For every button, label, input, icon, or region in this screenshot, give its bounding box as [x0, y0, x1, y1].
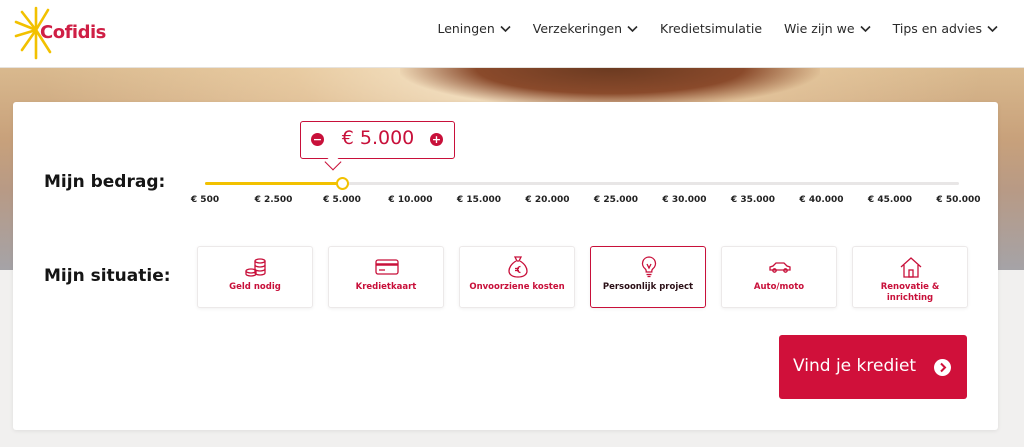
lightbulb-icon [641, 256, 657, 278]
situation-onvoorziene-kosten[interactable]: Onvoorziene kosten [459, 246, 575, 308]
nav-item-leningen[interactable]: Leningen [437, 21, 511, 36]
chevron-down-icon [627, 25, 638, 32]
bubble-pointer [324, 153, 342, 171]
car-icon [769, 262, 791, 273]
amount-slider-fill [205, 182, 342, 185]
situation-label-text: Onvoorziene kosten [469, 282, 565, 292]
chevron-down-icon [987, 25, 998, 32]
house-icon [900, 257, 922, 278]
decrease-amount-button[interactable]: − [311, 133, 324, 146]
slider-tick-label: € 20.000 [525, 195, 570, 205]
situation-geld-nodig[interactable]: Geld nodig [197, 246, 313, 308]
cofidis-logo[interactable]: Cofidis [14, 4, 124, 62]
site-header: Cofidis Leningen Verzekeringen Kredietsi… [0, 0, 1024, 68]
nav-label: Tips en advies [892, 21, 982, 36]
nav-label: Leningen [437, 21, 495, 36]
slider-tick-label: € 10.000 [388, 195, 433, 205]
slider-tick-label: € 5.000 [323, 195, 361, 205]
find-credit-button[interactable]: Vind je krediet [779, 335, 967, 399]
situation-label-text: Persoonlijk project [602, 282, 694, 292]
amount-value: € 5.000 [341, 127, 415, 149]
nav-item-kredietsimulatie[interactable]: Kredietsimulatie [660, 21, 762, 36]
nav-item-wie-zijn-we[interactable]: Wie zijn we [784, 21, 871, 36]
amount-slider-ticks: € 500 € 2.500 € 5.000 € 10.000 € 15.000 € 20.… [191, 195, 981, 209]
slider-tick-label: € 25.000 [593, 195, 639, 205]
nav-item-tips-en-advies[interactable]: Tips en advies [893, 21, 998, 36]
credit-card-icon [375, 259, 399, 275]
money-bag-euro-icon [508, 256, 528, 278]
chevron-down-icon [860, 25, 871, 32]
situation-persoonlijk-project[interactable]: Persoonlijk project [590, 246, 706, 308]
credit-simulator-card: Mijn bedrag: − € 5.000 + € 500 € 2.500 € 5… [13, 102, 998, 430]
situation-label-text: Geld nodig [229, 282, 281, 292]
amount-slider-handle[interactable] [336, 177, 349, 190]
situation-renovatie-inrichting[interactable]: Renovatie & inrichting [852, 246, 968, 308]
situation-auto-moto[interactable]: Auto/moto [721, 246, 837, 308]
nav-item-verzekeringen[interactable]: Verzekeringen [533, 21, 638, 36]
amount-slider-track[interactable] [205, 177, 959, 190]
cta-label: Vind je krediet [793, 356, 917, 376]
slider-tick-label: € 15.000 [456, 195, 502, 205]
slider-tick-label: € 50.000 [936, 195, 981, 205]
slider-tick-label: € 30.000 [662, 195, 707, 205]
increase-amount-button[interactable]: + [430, 133, 443, 146]
slider-tick-label: € 40.000 [799, 195, 844, 205]
chevron-down-icon [500, 25, 511, 32]
arrow-right-circle-icon [934, 359, 951, 376]
coins-icon [245, 258, 266, 277]
logo-wordmark: Cofidis [40, 22, 106, 43]
situation-label: Mijn situatie: [44, 266, 171, 286]
nav-label: Kredietsimulatie [660, 21, 763, 36]
slider-tick-label: € 35.000 [730, 195, 776, 205]
main-navigation: Leningen Verzekeringen Kredietsimulatie … [437, 21, 998, 36]
situation-label-text: Auto/moto [753, 282, 805, 292]
nav-label: Verzekeringen [532, 21, 622, 36]
slider-tick-label: € 2.500 [254, 195, 293, 205]
amount-label: Mijn bedrag: [44, 172, 166, 192]
situation-kredietkaart[interactable]: Kredietkaart [328, 246, 444, 308]
slider-tick-label: € 45.000 [867, 195, 913, 205]
amount-bubble: − € 5.000 + [300, 121, 455, 171]
situation-label-text: Renovatie & inrichting [880, 282, 940, 303]
slider-tick-label: € 500 [190, 195, 220, 205]
nav-label: Wie zijn we [784, 21, 855, 36]
situation-label-text: Kredietkaart [355, 282, 417, 292]
